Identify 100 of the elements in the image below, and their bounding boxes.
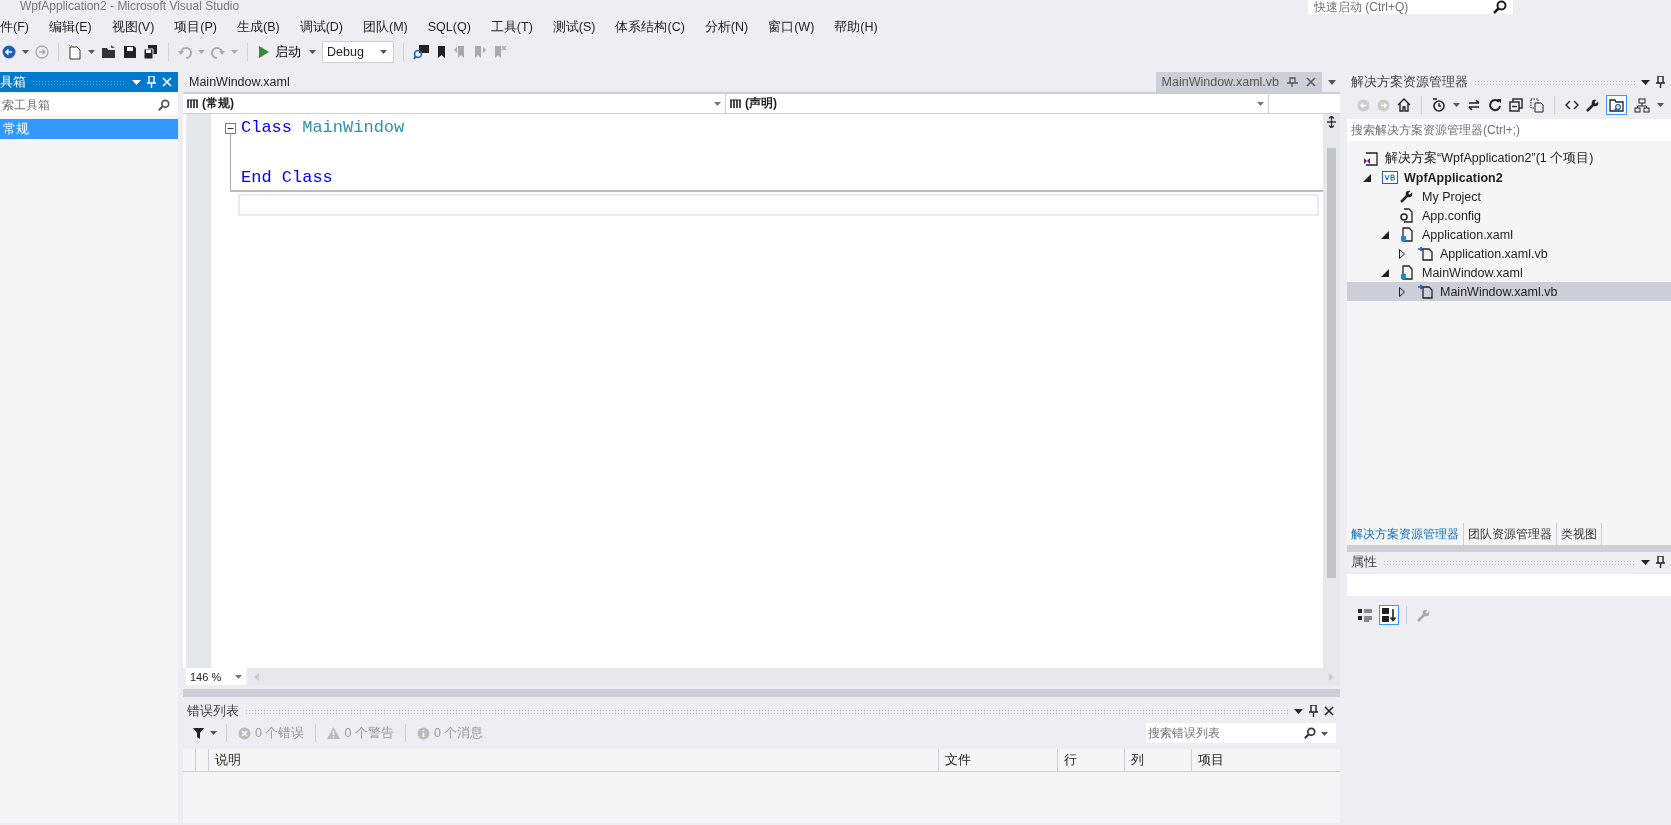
collapse-all-icon[interactable] bbox=[1509, 98, 1523, 112]
alphabetical-button[interactable] bbox=[1379, 605, 1399, 625]
tree-item[interactable]: My Project bbox=[1347, 187, 1671, 206]
scrollbar-thumb[interactable] bbox=[1327, 148, 1336, 578]
menu-item[interactable]: 工具(T) bbox=[480, 18, 543, 36]
document-tab[interactable]: MainWindow.xaml.vb bbox=[1155, 72, 1322, 92]
tree-item[interactable]: App.config bbox=[1347, 206, 1671, 225]
document-tab[interactable]: MainWindow.xaml bbox=[183, 72, 296, 92]
clock-icon[interactable] bbox=[1432, 98, 1446, 112]
collapse-icon[interactable] bbox=[225, 123, 236, 134]
tree-item[interactable]: MainWindow.xaml bbox=[1347, 263, 1671, 282]
open-folder-icon[interactable] bbox=[101, 45, 117, 59]
column-header[interactable]: 文件 bbox=[939, 749, 1058, 771]
pin-icon[interactable] bbox=[1656, 76, 1665, 88]
tree-item[interactable]: 解决方案“WpfApplication2”(1 个项目) bbox=[1347, 149, 1671, 168]
window-title: WpfApplication2 - Microsoft Visual Studio bbox=[20, 0, 240, 12]
tab-list-icon[interactable] bbox=[1328, 79, 1336, 85]
search-icon bbox=[158, 99, 170, 111]
save-all-icon[interactable] bbox=[143, 45, 159, 59]
dropdown-icon[interactable] bbox=[1641, 559, 1650, 565]
new-project-icon[interactable] bbox=[68, 44, 82, 60]
pin-icon[interactable] bbox=[1309, 705, 1318, 717]
expanded-arrow-icon[interactable] bbox=[1381, 268, 1389, 277]
xaml-file-icon bbox=[1400, 265, 1413, 280]
caret-icon bbox=[235, 674, 242, 679]
vertical-scrollbar[interactable] bbox=[1323, 114, 1340, 668]
menu-item[interactable]: 分析(N) bbox=[694, 18, 759, 36]
class-diagram-icon[interactable] bbox=[1634, 97, 1650, 113]
split-icon[interactable] bbox=[1327, 116, 1336, 128]
caret-icon[interactable] bbox=[1453, 103, 1460, 107]
home-icon[interactable] bbox=[1397, 98, 1411, 112]
member-dropdown[interactable]: (声明) bbox=[726, 94, 1269, 113]
sync-icon[interactable] bbox=[1467, 99, 1481, 111]
menu-item[interactable]: 视图(V) bbox=[101, 18, 165, 36]
column-header[interactable]: 列 bbox=[1125, 749, 1192, 771]
quick-launch-field[interactable]: 快速启动 (Ctrl+Q) bbox=[1308, 0, 1513, 14]
menu-item[interactable]: 体系结构(C) bbox=[605, 18, 695, 36]
caret-icon[interactable] bbox=[1657, 103, 1664, 107]
code-icon[interactable] bbox=[1565, 100, 1579, 110]
menu-item[interactable]: 调试(D) bbox=[289, 18, 353, 36]
back-icon[interactable] bbox=[2, 45, 16, 59]
type-dropdown[interactable]: (常规) bbox=[183, 94, 726, 113]
caret-icon bbox=[380, 50, 387, 54]
panel-title: 具箱 bbox=[0, 73, 26, 91]
menu-item[interactable]: 编辑(E) bbox=[38, 18, 102, 36]
tree-item[interactable]: Application.xaml bbox=[1347, 225, 1671, 244]
show-all-files-icon[interactable] bbox=[1530, 97, 1544, 113]
bookmark-icon[interactable] bbox=[437, 45, 447, 59]
caret-icon[interactable] bbox=[309, 50, 316, 54]
dropdown-icon[interactable] bbox=[1641, 79, 1650, 85]
caret-icon[interactable] bbox=[88, 50, 95, 54]
caret-icon[interactable] bbox=[1321, 732, 1328, 736]
class-icon bbox=[187, 98, 198, 109]
caret-icon[interactable] bbox=[210, 731, 217, 735]
warning-icon bbox=[327, 727, 341, 739]
folder-search-icon bbox=[1609, 98, 1624, 112]
play-icon bbox=[259, 46, 269, 58]
outline-bracket bbox=[230, 134, 231, 190]
find-icon[interactable] bbox=[413, 44, 431, 60]
menu-item[interactable]: 帮助(H) bbox=[824, 18, 888, 36]
tree-item[interactable]: MainWindow.xaml.vb bbox=[1347, 282, 1671, 301]
search-icon bbox=[1493, 0, 1507, 14]
expanded-arrow-icon[interactable] bbox=[1381, 230, 1389, 239]
refresh-icon[interactable] bbox=[1488, 98, 1502, 112]
configuration-dropdown[interactable]: Debug bbox=[322, 41, 394, 63]
column-header[interactable]: 说明 bbox=[209, 749, 939, 771]
menu-item[interactable]: SQL(Q) bbox=[417, 20, 481, 34]
code-line: Class MainWindow bbox=[241, 117, 406, 139]
keep-open-icon[interactable] bbox=[1287, 77, 1298, 87]
class-icon bbox=[730, 98, 741, 109]
tree-item[interactable]: Application.xaml.vb bbox=[1347, 244, 1671, 263]
wrench-icon[interactable] bbox=[1586, 98, 1599, 112]
column-header[interactable]: 行 bbox=[1058, 749, 1125, 771]
caret-icon[interactable] bbox=[22, 50, 29, 54]
menu-item[interactable]: 项目(P) bbox=[164, 18, 227, 36]
vb-project-icon bbox=[1382, 171, 1398, 184]
menu-item[interactable]: 生成(B) bbox=[227, 18, 290, 36]
dropdown-icon[interactable] bbox=[1294, 708, 1303, 714]
search-field[interactable]: 搜索解决方案资源管理器(Ctrl+;) bbox=[1347, 119, 1671, 141]
search-field[interactable]: 索工具箱 bbox=[0, 94, 178, 116]
zoom-dropdown[interactable]: 146 % bbox=[186, 668, 246, 685]
search-field[interactable]: 搜索错误列表 bbox=[1146, 723, 1336, 743]
solution-icon bbox=[1363, 151, 1378, 166]
close-icon[interactable] bbox=[1324, 706, 1334, 716]
menu-item[interactable]: 件(F) bbox=[0, 18, 39, 36]
menu-item[interactable]: 团队(M) bbox=[353, 18, 418, 36]
save-icon[interactable] bbox=[123, 45, 137, 59]
panel-title: 解决方案资源管理器 bbox=[1351, 73, 1468, 91]
column-header[interactable]: 项目 bbox=[1192, 749, 1308, 771]
menu-item[interactable]: 测试(S) bbox=[542, 18, 606, 36]
start-button[interactable]: 启动 bbox=[257, 41, 303, 63]
tree-item[interactable]: WpfApplication2 bbox=[1347, 168, 1671, 187]
caret-icon bbox=[714, 101, 721, 106]
collapsed-arrow-icon[interactable] bbox=[1399, 286, 1405, 297]
expanded-arrow-icon[interactable] bbox=[1363, 173, 1371, 182]
collapsed-arrow-icon[interactable] bbox=[1399, 248, 1405, 259]
pin-icon[interactable] bbox=[1656, 556, 1665, 568]
menu-item[interactable]: 窗口(W) bbox=[758, 18, 825, 36]
filter-icon[interactable] bbox=[193, 727, 204, 739]
preview-button[interactable] bbox=[1606, 95, 1627, 115]
